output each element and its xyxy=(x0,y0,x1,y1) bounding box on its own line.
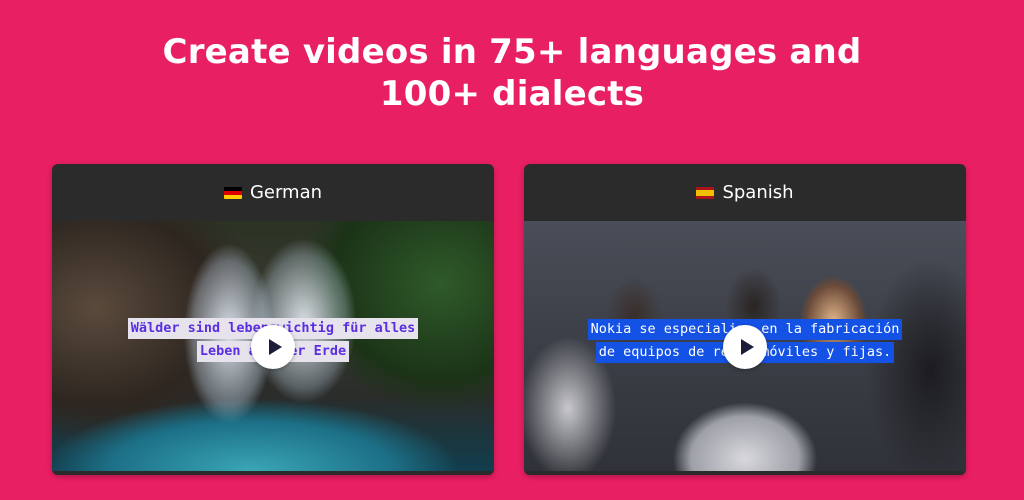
card-footer xyxy=(524,471,966,475)
card-header-german: German xyxy=(52,164,494,221)
card-header-spanish: Spanish xyxy=(524,164,966,221)
video-player-german[interactable]: Wälder sind lebenswichtig für alles Lebe… xyxy=(52,221,494,471)
headline-line-1: Create videos in 75+ languages and xyxy=(162,31,862,72)
language-card-spanish: Spanish Nokia se especializa en la fabri… xyxy=(524,164,966,475)
germany-flag-icon xyxy=(223,186,242,199)
spain-flag-icon xyxy=(696,186,715,199)
play-icon xyxy=(268,339,282,355)
play-button-german[interactable] xyxy=(251,325,295,369)
video-player-spanish[interactable]: Nokia se especializa en la fabricación d… xyxy=(524,221,966,471)
card-language-label: German xyxy=(249,182,323,203)
card-footer xyxy=(52,471,494,475)
page: Create videos in 75+ languages and 100+ … xyxy=(0,0,1024,500)
card-language-label: Spanish xyxy=(722,182,794,203)
headline-line-2: 100+ dialects xyxy=(379,73,645,114)
play-button-spanish[interactable] xyxy=(723,325,767,369)
play-icon xyxy=(740,339,754,355)
page-headline: Create videos in 75+ languages and 100+ … xyxy=(0,31,1024,115)
language-card-german: German Wälder sind lebenswichtig für all… xyxy=(52,164,494,475)
